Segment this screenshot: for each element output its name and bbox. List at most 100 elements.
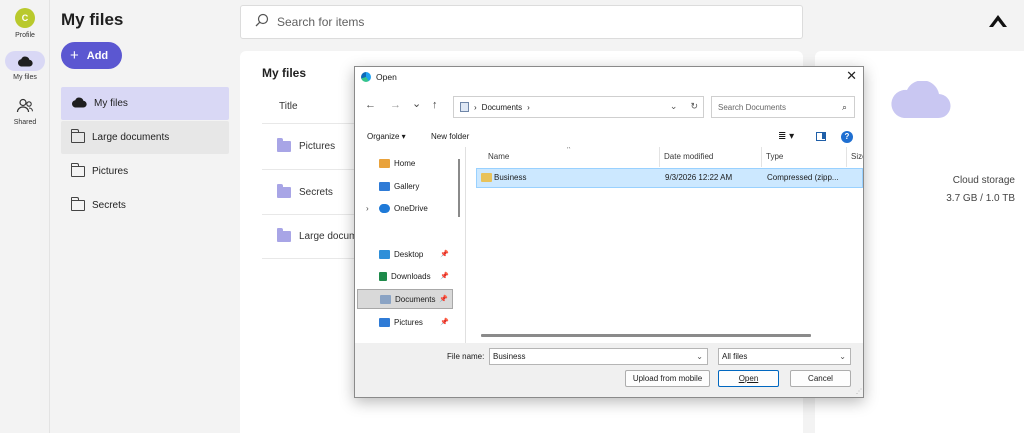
tree-item-desktop[interactable]: Desktop 📌 bbox=[357, 244, 453, 264]
tree-item-documents[interactable]: Documents 📌 bbox=[357, 289, 453, 309]
organize-button[interactable]: Organize ▾ bbox=[367, 132, 406, 141]
cloud-storage-icon bbox=[890, 80, 952, 124]
up-arrow-icon[interactable]: ↑ bbox=[432, 99, 438, 111]
tree-item-pictures[interactable]: Pictures 📌 bbox=[357, 312, 453, 332]
search-placeholder: Search for items bbox=[277, 15, 365, 29]
list-item-name: Secrets bbox=[299, 186, 333, 198]
column-header-title[interactable]: Title bbox=[279, 101, 298, 112]
pin-icon: 📌 bbox=[440, 273, 449, 280]
file-type-select[interactable]: All files ⌄ bbox=[718, 348, 851, 365]
avatar[interactable]: C bbox=[15, 8, 35, 28]
nav-item-label: Large documents bbox=[92, 132, 170, 143]
onedrive-icon bbox=[379, 203, 390, 213]
dialog-search-input[interactable]: Search Documents ⌕ bbox=[711, 96, 855, 118]
tree-item-home[interactable]: Home bbox=[357, 153, 453, 173]
rail-my-files-label: My files bbox=[13, 74, 37, 81]
breadcrumb-separator: › bbox=[474, 102, 477, 112]
nav-item-secrets[interactable]: Secrets bbox=[61, 189, 229, 222]
page-title: My files bbox=[61, 10, 124, 29]
rail-profile-label: Profile bbox=[15, 32, 35, 39]
resize-grip-icon[interactable]: ⋰ bbox=[856, 388, 862, 395]
shared-people-icon bbox=[5, 96, 45, 116]
column-divider[interactable] bbox=[846, 147, 847, 167]
cloud-icon bbox=[5, 51, 45, 71]
desktop-icon bbox=[379, 249, 390, 259]
help-icon[interactable]: ? bbox=[841, 131, 853, 143]
folder-icon bbox=[70, 163, 85, 177]
chevron-down-icon[interactable]: ⌄ bbox=[696, 352, 703, 361]
column-header-date[interactable]: Date modified bbox=[664, 152, 713, 161]
list-item-name: Large docum bbox=[299, 231, 358, 242]
folder-icon bbox=[277, 183, 291, 198]
edge-browser-icon bbox=[361, 72, 371, 82]
pin-icon: 📌 bbox=[439, 296, 448, 303]
preview-pane-icon[interactable] bbox=[816, 132, 826, 141]
nav-item-large-documents[interactable]: Large documents bbox=[61, 121, 229, 154]
open-button[interactable]: Open bbox=[718, 370, 779, 387]
file-name-label: File name: bbox=[447, 352, 485, 361]
nav-item-label: My files bbox=[94, 98, 128, 109]
forward-arrow-icon[interactable]: → bbox=[390, 99, 401, 111]
upload-from-mobile-button[interactable]: Upload from mobile bbox=[625, 370, 710, 387]
breadcrumb-separator: › bbox=[527, 102, 530, 112]
chevron-right-icon[interactable]: › bbox=[366, 204, 369, 213]
documents-icon bbox=[380, 294, 391, 304]
dialog-footer: File name: Business ⌄ All files ⌄ Upload… bbox=[355, 343, 863, 397]
pictures-icon bbox=[379, 317, 390, 327]
gallery-icon bbox=[379, 181, 390, 191]
folder-icon bbox=[70, 129, 85, 143]
chevron-down-icon[interactable]: ⌄ bbox=[412, 97, 421, 110]
tree-item-label: Gallery bbox=[394, 181, 420, 191]
tree-item-label: Downloads bbox=[391, 271, 431, 281]
column-divider[interactable] bbox=[659, 147, 660, 167]
close-icon[interactable]: ✕ bbox=[846, 69, 857, 83]
folder-icon bbox=[70, 197, 85, 211]
tree-item-gallery[interactable]: Gallery bbox=[357, 176, 453, 196]
pin-icon: 📌 bbox=[440, 251, 449, 258]
column-divider[interactable] bbox=[761, 147, 762, 167]
tree-scrollbar[interactable] bbox=[458, 159, 460, 217]
tree-item-onedrive[interactable]: › OneDrive bbox=[357, 198, 453, 218]
file-name-field[interactable]: Business ⌄ bbox=[489, 348, 708, 365]
navigation-tree: Home Gallery › OneDrive Desktop 📌 Downlo… bbox=[355, 147, 465, 343]
dialog-command-bar: Organize ▾ New folder ≣ ▾ ? bbox=[355, 127, 863, 147]
home-icon bbox=[379, 158, 390, 168]
chevron-down-icon[interactable]: ⌄ bbox=[670, 101, 678, 112]
cloud-icon bbox=[71, 97, 87, 111]
tree-item-label: Desktop bbox=[394, 249, 424, 259]
file-type: Compressed (zipp... bbox=[767, 173, 839, 182]
rail-my-files[interactable]: My files bbox=[0, 51, 50, 81]
back-arrow-icon[interactable]: ← bbox=[365, 99, 376, 111]
file-row[interactable]: Business 9/3/2026 12:22 AM Compressed (z… bbox=[476, 168, 863, 188]
rail-profile[interactable]: C Profile bbox=[0, 8, 50, 39]
horizontal-scrollbar[interactable] bbox=[481, 334, 811, 337]
column-header-name[interactable]: Name bbox=[488, 152, 509, 161]
file-date: 9/3/2026 12:22 AM bbox=[665, 173, 733, 182]
downloads-icon bbox=[379, 271, 387, 281]
documents-icon bbox=[460, 102, 469, 112]
folder-icon bbox=[277, 137, 291, 152]
tree-item-downloads[interactable]: Downloads 📌 bbox=[357, 266, 453, 286]
search-input[interactable]: Search for items bbox=[240, 5, 803, 39]
cancel-button[interactable]: Cancel bbox=[790, 370, 851, 387]
column-header-type[interactable]: Type bbox=[766, 152, 783, 161]
add-button[interactable]: + Add bbox=[61, 42, 122, 69]
view-options-icon[interactable]: ≣ ▾ bbox=[778, 131, 794, 142]
app-rail: C Profile My files Shared bbox=[0, 0, 50, 433]
search-icon bbox=[255, 13, 269, 32]
rail-shared[interactable]: Shared bbox=[0, 96, 50, 126]
refresh-icon[interactable]: ↻ bbox=[690, 101, 698, 112]
nav-item-my-files[interactable]: My files bbox=[61, 87, 229, 120]
address-bar[interactable]: › Documents › ⌄ ↻ bbox=[453, 96, 704, 118]
storage-label: Cloud storage bbox=[952, 175, 1015, 186]
nav-item-pictures[interactable]: Pictures bbox=[61, 155, 229, 188]
dialog-navbar: ← → ⌄ ↑ › Documents › ⌄ ↻ Search Documen… bbox=[355, 87, 863, 127]
sort-ascending-icon: ^ bbox=[567, 147, 571, 153]
chevron-down-icon[interactable]: ⌄ bbox=[839, 352, 846, 361]
file-list: ^ Name Date modified Type Size Business … bbox=[466, 147, 863, 343]
column-header-size[interactable]: Size bbox=[851, 152, 863, 161]
new-folder-button[interactable]: New folder bbox=[431, 132, 469, 141]
account-logo-icon[interactable] bbox=[988, 14, 1008, 28]
dialog-title: Open bbox=[376, 72, 397, 82]
breadcrumb[interactable]: Documents bbox=[482, 103, 522, 112]
